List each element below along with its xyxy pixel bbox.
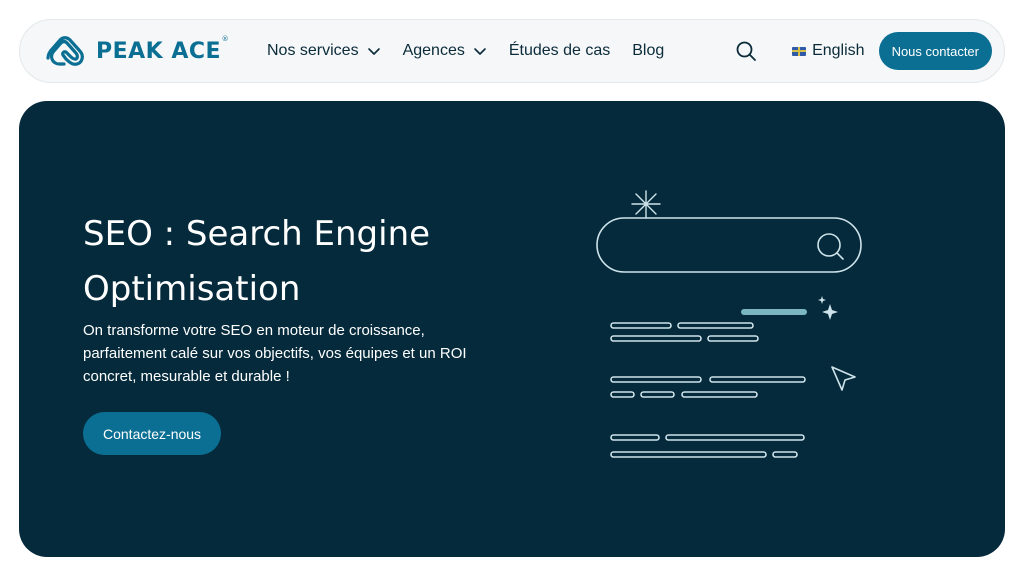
hero-subtitle: On transforme votre SEO en moteur de cro… — [83, 319, 483, 388]
contact-button[interactable]: Nous contacter — [878, 32, 992, 70]
chevron-down-icon — [367, 48, 380, 55]
hero-subtitle-line: parfaitement calé sur vos objectifs, vos… — [83, 345, 467, 362]
nav-actions: English Nous contacter — [734, 20, 992, 82]
star-icon — [818, 296, 838, 320]
contact-us-button[interactable]: Contactez-nous — [83, 412, 222, 455]
hero-subtitle-line: On transforme votre SEO en moteur de cro… — [83, 322, 425, 339]
hero-title-line: Optimisation — [83, 269, 301, 309]
logo-wordmark: PEAK ACE ® — [96, 35, 229, 64]
nav-item-label: Agences — [402, 42, 465, 59]
nav-item-case-studies[interactable]: Études de cas — [509, 42, 610, 60]
nav-item-label: Études de cas — [508, 42, 611, 59]
language-label: English — [812, 42, 865, 59]
uk-flag-icon — [792, 46, 807, 56]
search-icon[interactable] — [734, 39, 758, 63]
cursor-arrow-icon — [831, 366, 856, 391]
language-switcher[interactable]: English — [792, 42, 865, 60]
main-nav: Nos services Agences Études de cas Blog — [267, 20, 664, 82]
hero-section: SEO : Search Engine Optimisation On tran… — [19, 101, 1005, 557]
search-results-illustration — [596, 190, 862, 458]
nav-item-services[interactable]: Nos services — [267, 42, 381, 60]
logo[interactable]: PEAK ACE ® — [44, 34, 229, 68]
logo-text: PEAK ACE — [96, 38, 222, 64]
hero-subtitle-line: concret, mesurable et durable ! — [83, 368, 290, 385]
nav-item-agences[interactable]: Agences — [403, 42, 487, 60]
top-navbar: PEAK ACE ® Nos services Agences Études d… — [19, 19, 1005, 83]
illustration-search-bar — [596, 217, 862, 273]
search-icon — [817, 233, 844, 260]
nav-item-blog[interactable]: Blog — [632, 42, 664, 60]
hero-title-line: SEO : Search Engine — [83, 214, 431, 254]
registered-mark: ® — [221, 34, 230, 43]
hero-title: SEO : Search Engine Optimisation — [83, 207, 503, 317]
nav-item-label: Nos services — [267, 42, 359, 59]
result-lines — [610, 322, 806, 458]
sparkle-icon — [631, 190, 661, 219]
nav-item-label: Blog — [632, 42, 665, 59]
chevron-down-icon — [474, 48, 486, 55]
mountain-logo-icon — [46, 36, 84, 66]
